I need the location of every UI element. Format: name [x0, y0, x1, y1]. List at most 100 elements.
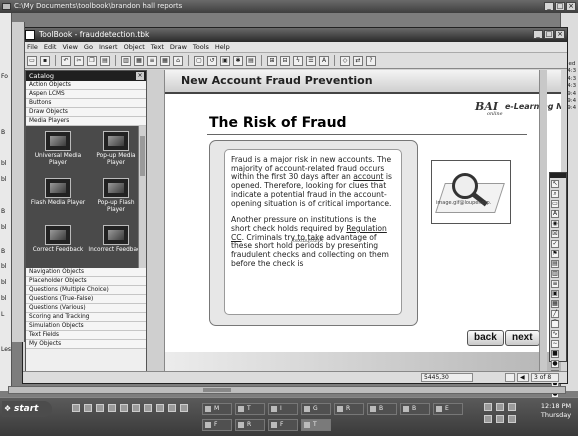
clock[interactable]: 12:18 PM Thursday [538, 402, 574, 420]
maximize-button[interactable]: □ [544, 30, 554, 39]
arrange-icon[interactable]: ⊟ [280, 55, 290, 66]
help-icon[interactable]: ? [366, 55, 376, 66]
left-pane-item[interactable]: bl [1, 176, 6, 183]
tray-icon[interactable] [484, 415, 492, 423]
catalog-category[interactable]: Questions (True-False) [26, 295, 146, 304]
toolbook-title-bar[interactable]: ToolBook - frauddetection.tbk _ □ × [23, 28, 567, 42]
save-icon[interactable]: ▪ [40, 55, 50, 66]
catalog-category[interactable]: Action Objects [26, 81, 146, 90]
close-button[interactable]: × [566, 2, 576, 11]
curve-tool-icon[interactable]: ∿ [551, 330, 559, 338]
paste-icon[interactable]: ▤ [100, 55, 110, 66]
transform-icon[interactable]: ⇄ [353, 55, 363, 66]
record-tool-icon[interactable]: ▦ [551, 300, 559, 308]
properties-icon[interactable]: ☰ [306, 55, 316, 66]
taskbar-button[interactable]: G [301, 403, 331, 415]
catalog-item[interactable]: Pop-up Flash Player [88, 176, 144, 221]
taskbar-button-active[interactable]: T [301, 419, 331, 431]
shape-icon[interactable]: ◇ [340, 55, 350, 66]
catalog-category[interactable]: Draw Objects [26, 108, 146, 117]
catalog-icon[interactable]: ▣ [220, 55, 230, 66]
table-icon[interactable]: ▦ [160, 55, 170, 66]
radio-tool-icon[interactable]: ◉ [551, 220, 559, 228]
menu-insert[interactable]: Insert [99, 42, 118, 52]
left-pane-item[interactable]: bl [1, 295, 6, 302]
line-tool-icon[interactable]: ╱ [551, 310, 559, 318]
taskbar-button[interactable]: I [268, 403, 298, 415]
content-field[interactable]: Fraud is a major risk in new accounts. T… [224, 149, 402, 315]
menu-edit[interactable]: Edit [44, 42, 57, 52]
left-pane-item[interactable]: bl [1, 263, 6, 270]
button-tool-icon[interactable]: ▭ [551, 200, 559, 208]
quicklaunch-icon[interactable] [168, 404, 176, 412]
tray-icon[interactable] [484, 403, 492, 411]
tray-icon[interactable] [508, 403, 516, 411]
quicklaunch-icon[interactable] [144, 404, 152, 412]
menu-view[interactable]: View [62, 42, 77, 52]
catalog-category[interactable]: Simulation Objects [26, 322, 146, 331]
quicklaunch-icon[interactable] [180, 404, 188, 412]
catalog-category[interactable]: Media Players [26, 117, 146, 126]
quicklaunch-icon[interactable] [72, 404, 80, 412]
catalog-item[interactable]: Correct Feedback [30, 223, 86, 268]
menu-file[interactable]: File [27, 42, 38, 52]
taskbar-button[interactable]: B [367, 403, 397, 415]
zoom-tool-icon[interactable]: ⌕ [551, 190, 559, 198]
taskbar-button[interactable]: R [334, 403, 364, 415]
close-button[interactable]: × [555, 30, 565, 39]
list-icon[interactable]: ≡ [147, 55, 157, 66]
combo-tool-icon[interactable]: ▥ [551, 270, 559, 278]
menu-text[interactable]: Text [151, 42, 164, 52]
quicklaunch-icon[interactable] [108, 404, 116, 412]
catalog-item[interactable]: Incorrect Feedback [88, 223, 144, 268]
left-pane-item[interactable]: Fo [1, 73, 8, 80]
left-pane-item[interactable]: bl [1, 160, 6, 167]
quicklaunch-icon[interactable] [132, 404, 140, 412]
menu-tools[interactable]: Tools [193, 42, 209, 52]
left-pane-item[interactable]: bl [1, 224, 6, 231]
catalog-category[interactable]: My Objects [26, 340, 146, 349]
back-button[interactable]: back [467, 330, 504, 346]
volume-icon[interactable] [508, 415, 516, 423]
undo-icon[interactable]: ↶ [61, 55, 71, 66]
catalog-category[interactable]: Text Fields [26, 331, 146, 340]
tray-icon[interactable] [496, 415, 504, 423]
palette-title-bar[interactable] [550, 173, 566, 178]
magnifier-image[interactable]: image.gif@loupehotp. [431, 160, 511, 224]
freehand-tool-icon[interactable]: ∼ [551, 340, 559, 348]
next-button[interactable]: next [505, 330, 540, 346]
widget-icon[interactable]: ✱ [233, 55, 243, 66]
taskbar-button[interactable]: T [235, 403, 265, 415]
home-icon[interactable]: ⌂ [173, 55, 183, 66]
quicklaunch-icon[interactable] [96, 404, 104, 412]
minimize-button[interactable]: _ [544, 2, 554, 11]
tray-icon[interactable] [496, 403, 504, 411]
minimize-button[interactable]: _ [533, 30, 543, 39]
arc-tool-icon[interactable]: ⌒ [551, 320, 559, 328]
taskbar-button[interactable]: E [433, 403, 463, 415]
font-icon[interactable]: A [319, 55, 329, 66]
checkbox-tool-icon[interactable]: ☒ [551, 230, 559, 238]
pointer-tool-icon[interactable]: ↖ [551, 180, 559, 188]
left-pane-item[interactable]: Les [1, 346, 11, 353]
catalog-category[interactable]: Navigation Objects [26, 268, 146, 277]
left-pane-item[interactable]: B [1, 129, 5, 136]
page-vertical-scrollbar[interactable] [539, 70, 547, 374]
new-file-icon[interactable]: ▭ [27, 55, 37, 66]
chart-icon[interactable]: ▤ [246, 55, 256, 66]
label-tool-icon[interactable]: A [551, 210, 559, 218]
lightning-icon[interactable]: ϟ [293, 55, 303, 66]
link-icon[interactable]: ↺ [207, 55, 217, 66]
taskbar-button[interactable]: R [235, 419, 265, 431]
rectangle-tool-icon[interactable]: ■ [551, 350, 559, 358]
flag-tool-icon[interactable]: ⚑ [551, 250, 559, 258]
catalog-category[interactable]: Aspen LCMS [26, 90, 146, 99]
cut-icon[interactable]: ✂ [74, 55, 84, 66]
picture-tool-icon[interactable]: ▣ [551, 290, 559, 298]
left-pane-item[interactable]: L [1, 311, 4, 318]
maximize-button[interactable]: □ [555, 2, 565, 11]
catalog-item[interactable]: Pop-up Media Player [88, 129, 144, 174]
copy-icon[interactable]: ❐ [87, 55, 97, 66]
align-icon[interactable]: ⊞ [267, 55, 277, 66]
catalog-item[interactable]: Universal Media Player [30, 129, 86, 174]
